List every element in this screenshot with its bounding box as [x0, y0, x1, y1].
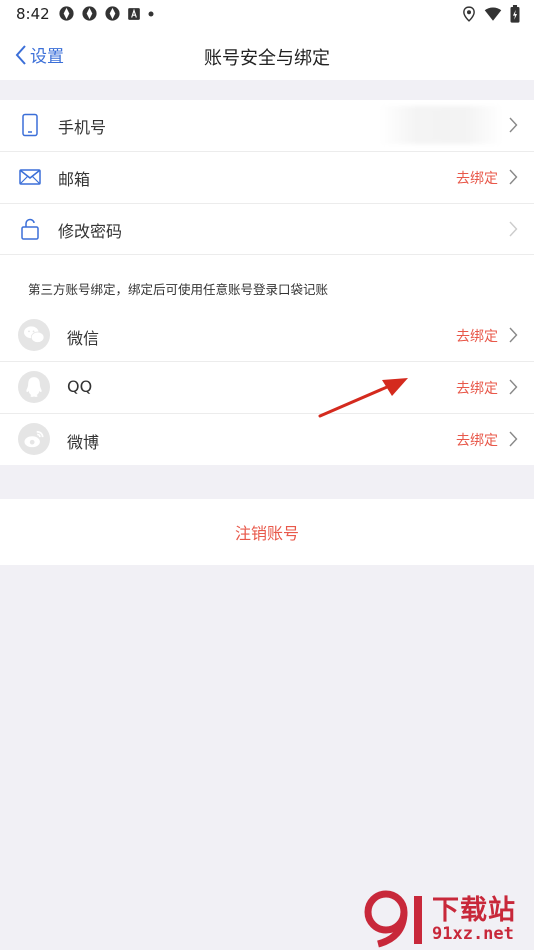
- chevron-right-icon: [509, 379, 518, 395]
- phone-number-redacted: [380, 106, 502, 144]
- aperture-icon: [82, 6, 97, 21]
- chevron-right-icon: [509, 221, 518, 237]
- account-settings-list: 手机号 邮箱 去绑定 修改密码: [0, 100, 534, 255]
- change-password-label: 修改密码: [58, 222, 123, 241]
- chevron-right-icon: [509, 117, 518, 133]
- chevron-right-icon: [509, 431, 518, 447]
- phone-row[interactable]: 手机号: [0, 100, 534, 152]
- cancel-account-label: 注销账号: [234, 524, 299, 543]
- email-row[interactable]: 邮箱 去绑定: [0, 152, 534, 204]
- wechat-bind-action[interactable]: 去绑定: [456, 326, 498, 346]
- wechat-icon: [18, 319, 50, 351]
- aperture-icon: [59, 6, 74, 21]
- wechat-label: 微信: [67, 329, 100, 348]
- qq-icon: [18, 371, 50, 403]
- weibo-bind-action[interactable]: 去绑定: [456, 430, 498, 450]
- navigation-bar: 设置 账号安全与绑定: [0, 28, 534, 80]
- weibo-label: 微博: [67, 433, 100, 452]
- phone-icon: [22, 113, 38, 137]
- change-password-row[interactable]: 修改密码: [0, 204, 534, 255]
- phone-label: 手机号: [58, 118, 107, 137]
- email-bind-action[interactable]: 去绑定: [456, 168, 498, 188]
- page-title: 账号安全与绑定: [204, 48, 330, 69]
- status-time: 8:42: [16, 5, 50, 23]
- chevron-right-icon: [509, 327, 518, 343]
- status-notification-icons: [58, 5, 155, 22]
- wifi-icon: [484, 7, 502, 21]
- qq-label: QQ: [67, 377, 93, 396]
- watermark: 下载站 91xz.net: [360, 888, 534, 950]
- third-party-hint: 第三方账号绑定，绑定后可使用任意账号登录口袋记账: [0, 254, 534, 311]
- watermark-url: 91xz.net: [432, 924, 514, 944]
- hint-text: 第三方账号绑定，绑定后可使用任意账号登录口袋记账: [28, 282, 329, 297]
- cancel-account-button[interactable]: 注销账号: [0, 499, 534, 565]
- font-a-icon: [128, 7, 140, 20]
- dot-icon: [148, 11, 154, 16]
- weibo-icon: [18, 423, 50, 455]
- weibo-row[interactable]: 微博 去绑定: [0, 414, 534, 465]
- status-system-icons: [462, 5, 520, 23]
- watermark-logo-icon: [364, 890, 422, 948]
- qq-bind-action[interactable]: 去绑定: [456, 378, 498, 398]
- email-label: 邮箱: [58, 170, 91, 189]
- mail-icon: [19, 169, 41, 185]
- wechat-row[interactable]: 微信 去绑定: [0, 310, 534, 362]
- annotation-arrow-icon: [318, 378, 408, 418]
- lock-icon: [21, 218, 39, 240]
- qq-row[interactable]: QQ 去绑定: [0, 362, 534, 414]
- social-binding-list: 微信 去绑定 QQ 去绑定 微博 去绑定: [0, 310, 534, 465]
- watermark-title: 下载站: [432, 895, 516, 926]
- battery-icon: [510, 5, 520, 23]
- location-icon: [463, 6, 475, 22]
- chevron-right-icon: [509, 169, 518, 185]
- aperture-icon: [105, 6, 120, 21]
- status-bar: 8:42: [0, 0, 534, 28]
